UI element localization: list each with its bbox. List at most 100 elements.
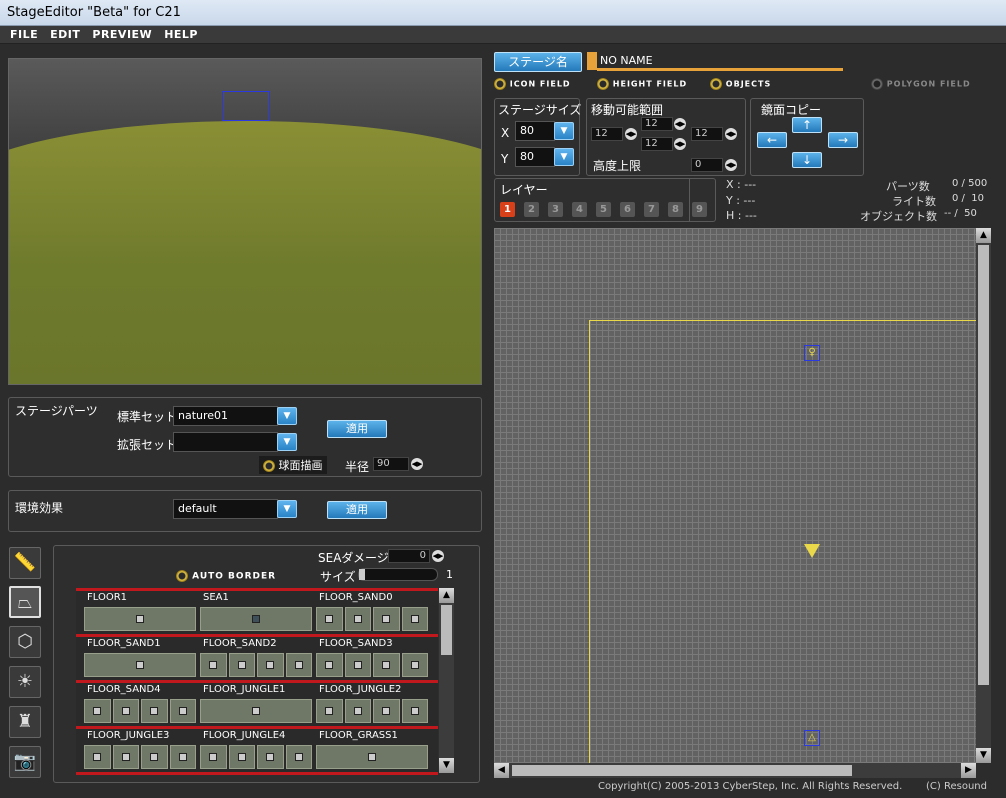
layer-button-1[interactable]: 1 xyxy=(500,202,515,217)
menu-edit[interactable]: EDIT xyxy=(50,28,80,41)
tile-scroll-thumb[interactable] xyxy=(441,605,452,655)
stage-size-x-dropdown-icon[interactable]: ▼ xyxy=(554,122,574,140)
tile-variant[interactable] xyxy=(200,607,312,631)
tile-scroll-down-icon[interactable]: ▼ xyxy=(439,758,454,773)
sphere-toggle[interactable]: 球面描画 xyxy=(259,456,327,474)
tile-variant[interactable] xyxy=(84,699,111,723)
tile-item[interactable]: FLOOR_SAND4 xyxy=(84,683,196,725)
tile-variant[interactable] xyxy=(285,653,312,677)
tile-variant[interactable] xyxy=(141,699,168,723)
icon-field-toggle[interactable]: ICON FIELD xyxy=(494,78,571,90)
layer-button-7[interactable]: 7 xyxy=(644,202,659,217)
sea-damage-spinner-icon[interactable]: ◀▶ xyxy=(432,550,444,562)
tile-variant[interactable] xyxy=(401,607,428,631)
auto-border-toggle[interactable]: AUTO BORDER xyxy=(176,570,276,582)
tile-item[interactable]: FLOOR1 xyxy=(84,591,196,633)
preview-viewport[interactable] xyxy=(8,58,482,385)
tile-variant[interactable] xyxy=(200,745,227,769)
env-apply-button[interactable]: 適用 xyxy=(327,501,387,519)
tile-scrollbar[interactable]: ▲ ▼ xyxy=(439,588,454,773)
stage-name-value[interactable]: NO NAME xyxy=(600,54,653,67)
mirror-right-button[interactable]: → xyxy=(828,132,858,148)
polygon-field-toggle[interactable]: POLYGON FIELD xyxy=(871,78,971,90)
light-tool-icon[interactable]: ☀ xyxy=(9,666,41,698)
light-marker-icon[interactable]: ♀ xyxy=(804,345,820,361)
movable-right-spinner-icon[interactable]: ◀▶ xyxy=(725,128,737,140)
tile-variant[interactable] xyxy=(200,699,312,723)
grid-scroll-left-icon[interactable]: ◀ xyxy=(494,763,509,778)
stage-size-y-combo[interactable]: 80 xyxy=(515,147,555,167)
height-limit-spinner-icon[interactable]: ◀▶ xyxy=(725,159,737,171)
stage-size-y-dropdown-icon[interactable]: ▼ xyxy=(554,148,574,166)
env-dropdown-icon[interactable]: ▼ xyxy=(277,500,297,518)
tile-item[interactable]: FLOOR_SAND1 xyxy=(84,637,196,679)
ext-set-combo[interactable] xyxy=(173,432,278,452)
stage-parts-apply-button[interactable]: 適用 xyxy=(327,420,387,438)
tile-variant[interactable] xyxy=(257,653,284,677)
tile-variant[interactable] xyxy=(285,745,312,769)
tile-variant[interactable] xyxy=(401,699,428,723)
layer-button-8[interactable]: 8 xyxy=(668,202,683,217)
camera-tool-icon[interactable]: 📷 xyxy=(9,746,41,778)
tile-variant[interactable] xyxy=(112,699,139,723)
radius-field[interactable]: 90 xyxy=(373,457,409,471)
sea-damage-field[interactable]: 0 xyxy=(388,549,430,563)
layer-button-9[interactable]: 9 xyxy=(692,202,707,217)
tile-item[interactable]: FLOOR_SAND0 xyxy=(316,591,428,633)
grid-vscroll[interactable]: ▲ ▼ xyxy=(976,228,991,763)
object-tool-icon[interactable]: ⬡ xyxy=(9,626,41,658)
tile-item[interactable]: FLOOR_SAND3 xyxy=(316,637,428,679)
tile-variant[interactable] xyxy=(228,653,255,677)
tile-variant[interactable] xyxy=(141,745,168,769)
layer-button-2[interactable]: 2 xyxy=(524,202,539,217)
tile-variant[interactable] xyxy=(228,745,255,769)
tile-variant[interactable] xyxy=(373,653,400,677)
height-field-toggle[interactable]: HEIGHT FIELD xyxy=(597,78,687,90)
ruler-tool-icon[interactable]: 📏 xyxy=(9,547,41,579)
tile-variant[interactable] xyxy=(401,653,428,677)
layer-button-6[interactable]: 6 xyxy=(620,202,635,217)
tile-item[interactable]: FLOOR_JUNGLE4 xyxy=(200,729,312,771)
size-slider-thumb[interactable] xyxy=(359,569,365,580)
std-set-dropdown-icon[interactable]: ▼ xyxy=(277,407,297,425)
tile-variant[interactable] xyxy=(112,745,139,769)
stage-name-button[interactable]: ステージ名 xyxy=(494,52,582,72)
std-set-combo[interactable]: nature01 xyxy=(173,406,278,426)
menu-preview[interactable]: PREVIEW xyxy=(92,28,152,41)
layer-button-3[interactable]: 3 xyxy=(548,202,563,217)
movable-bottom-field[interactable]: 12 xyxy=(641,137,673,151)
camera-direction-icon[interactable] xyxy=(804,544,820,558)
tile-item[interactable]: FLOOR_JUNGLE3 xyxy=(84,729,196,771)
menu-help[interactable]: HELP xyxy=(164,28,198,41)
tile-variant[interactable] xyxy=(84,653,196,677)
tile-variant[interactable] xyxy=(316,699,343,723)
grid-hscroll[interactable]: ◀ ▶ xyxy=(494,763,976,778)
icon-field-grid[interactable]: ♀ △ xyxy=(494,228,976,763)
tile-variant[interactable] xyxy=(344,699,371,723)
tile-scroll-up-icon[interactable]: ▲ xyxy=(439,588,454,603)
tile-item[interactable]: FLOOR_GRASS1 xyxy=(316,729,428,771)
tile-variant[interactable] xyxy=(169,699,196,723)
tile-variant[interactable] xyxy=(257,745,284,769)
character-tool-icon[interactable]: ♜ xyxy=(9,706,41,738)
tile-variant[interactable] xyxy=(344,607,371,631)
tile-variant[interactable] xyxy=(84,607,196,631)
grid-scroll-up-icon[interactable]: ▲ xyxy=(976,228,991,243)
tile-item[interactable]: FLOOR_JUNGLE1 xyxy=(200,683,312,725)
tile-item[interactable]: FLOOR_SAND2 xyxy=(200,637,312,679)
tile-variant[interactable] xyxy=(344,653,371,677)
movable-right-field[interactable]: 12 xyxy=(691,127,723,141)
tile-variant[interactable] xyxy=(373,607,400,631)
radius-spinner-icon[interactable]: ◀▶ xyxy=(411,458,423,470)
movable-bottom-spinner-icon[interactable]: ◀▶ xyxy=(674,138,686,150)
tile-variant[interactable] xyxy=(373,699,400,723)
mirror-down-button[interactable]: ↓ xyxy=(792,152,822,168)
grid-scroll-down-icon[interactable]: ▼ xyxy=(976,748,991,763)
size-slider[interactable] xyxy=(358,568,438,581)
movable-left-field[interactable]: 12 xyxy=(591,127,623,141)
grid-hscroll-thumb[interactable] xyxy=(512,765,852,776)
env-combo[interactable]: default xyxy=(173,499,278,519)
layer-button-5[interactable]: 5 xyxy=(596,202,611,217)
stage-size-x-combo[interactable]: 80 xyxy=(515,121,555,141)
tile-variant[interactable] xyxy=(316,745,428,769)
